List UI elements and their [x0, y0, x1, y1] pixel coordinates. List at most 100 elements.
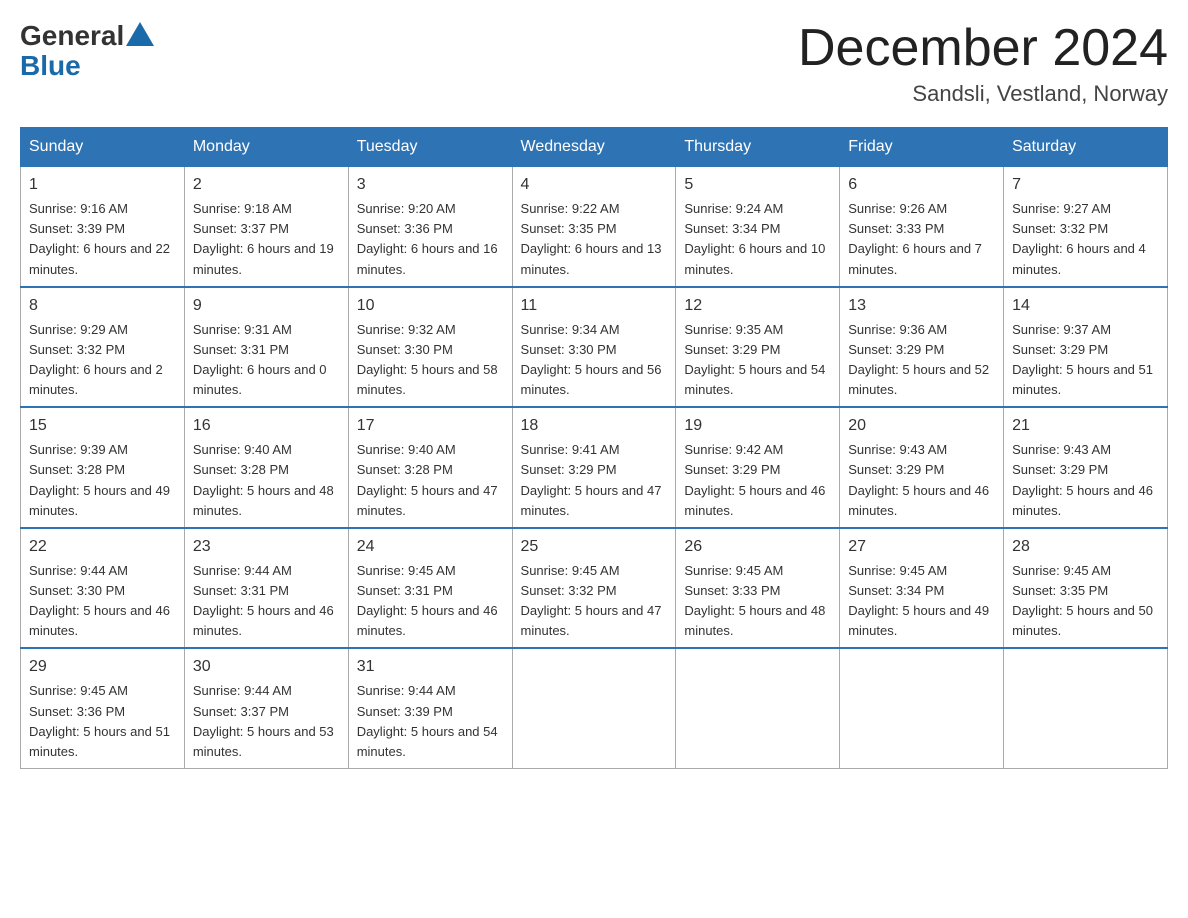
calendar-week-4: 22 Sunrise: 9:44 AMSunset: 3:30 PMDaylig… — [21, 528, 1168, 649]
day-info: Sunrise: 9:45 AMSunset: 3:33 PMDaylight:… — [684, 563, 825, 638]
calendar-cell: 11 Sunrise: 9:34 AMSunset: 3:30 PMDaylig… — [512, 287, 676, 408]
day-info: Sunrise: 9:20 AMSunset: 3:36 PMDaylight:… — [357, 201, 498, 276]
day-info: Sunrise: 9:45 AMSunset: 3:31 PMDaylight:… — [357, 563, 498, 638]
day-number: 8 — [29, 294, 176, 318]
calendar-cell: 2 Sunrise: 9:18 AMSunset: 3:37 PMDayligh… — [184, 167, 348, 287]
day-info: Sunrise: 9:32 AMSunset: 3:30 PMDaylight:… — [357, 322, 498, 397]
day-number: 17 — [357, 414, 504, 438]
calendar-cell — [840, 648, 1004, 768]
day-number: 10 — [357, 294, 504, 318]
calendar-cell — [1004, 648, 1168, 768]
day-info: Sunrise: 9:43 AMSunset: 3:29 PMDaylight:… — [848, 442, 989, 517]
day-info: Sunrise: 9:16 AMSunset: 3:39 PMDaylight:… — [29, 201, 170, 276]
day-info: Sunrise: 9:27 AMSunset: 3:32 PMDaylight:… — [1012, 201, 1146, 276]
day-info: Sunrise: 9:39 AMSunset: 3:28 PMDaylight:… — [29, 442, 170, 517]
calendar-cell: 29 Sunrise: 9:45 AMSunset: 3:36 PMDaylig… — [21, 648, 185, 768]
page-header: General Blue December 2024 Sandsli, Vest… — [20, 20, 1168, 107]
day-number: 2 — [193, 173, 340, 197]
calendar-cell: 5 Sunrise: 9:24 AMSunset: 3:34 PMDayligh… — [676, 167, 840, 287]
header-sunday: Sunday — [21, 128, 185, 167]
day-number: 12 — [684, 294, 831, 318]
calendar-cell: 7 Sunrise: 9:27 AMSunset: 3:32 PMDayligh… — [1004, 167, 1168, 287]
calendar-cell: 26 Sunrise: 9:45 AMSunset: 3:33 PMDaylig… — [676, 528, 840, 649]
calendar-cell: 16 Sunrise: 9:40 AMSunset: 3:28 PMDaylig… — [184, 407, 348, 528]
day-number: 26 — [684, 535, 831, 559]
month-title: December 2024 — [798, 20, 1168, 77]
day-number: 18 — [521, 414, 668, 438]
calendar-cell: 8 Sunrise: 9:29 AMSunset: 3:32 PMDayligh… — [21, 287, 185, 408]
day-number: 5 — [684, 173, 831, 197]
calendar-cell: 24 Sunrise: 9:45 AMSunset: 3:31 PMDaylig… — [348, 528, 512, 649]
day-info: Sunrise: 9:45 AMSunset: 3:32 PMDaylight:… — [521, 563, 662, 638]
day-info: Sunrise: 9:26 AMSunset: 3:33 PMDaylight:… — [848, 201, 982, 276]
day-number: 11 — [521, 294, 668, 318]
day-number: 24 — [357, 535, 504, 559]
day-number: 28 — [1012, 535, 1159, 559]
day-number: 4 — [521, 173, 668, 197]
day-number: 7 — [1012, 173, 1159, 197]
day-number: 22 — [29, 535, 176, 559]
logo: General Blue — [20, 20, 156, 82]
calendar-cell: 15 Sunrise: 9:39 AMSunset: 3:28 PMDaylig… — [21, 407, 185, 528]
calendar-cell: 23 Sunrise: 9:44 AMSunset: 3:31 PMDaylig… — [184, 528, 348, 649]
calendar-cell: 1 Sunrise: 9:16 AMSunset: 3:39 PMDayligh… — [21, 167, 185, 287]
calendar-cell: 6 Sunrise: 9:26 AMSunset: 3:33 PMDayligh… — [840, 167, 1004, 287]
logo-blue-text: Blue — [20, 50, 81, 82]
day-info: Sunrise: 9:44 AMSunset: 3:37 PMDaylight:… — [193, 683, 334, 758]
day-number: 27 — [848, 535, 995, 559]
calendar-cell: 30 Sunrise: 9:44 AMSunset: 3:37 PMDaylig… — [184, 648, 348, 768]
day-number: 23 — [193, 535, 340, 559]
day-info: Sunrise: 9:34 AMSunset: 3:30 PMDaylight:… — [521, 322, 662, 397]
calendar-week-2: 8 Sunrise: 9:29 AMSunset: 3:32 PMDayligh… — [21, 287, 1168, 408]
day-info: Sunrise: 9:44 AMSunset: 3:39 PMDaylight:… — [357, 683, 498, 758]
calendar-cell: 9 Sunrise: 9:31 AMSunset: 3:31 PMDayligh… — [184, 287, 348, 408]
calendar-cell: 21 Sunrise: 9:43 AMSunset: 3:29 PMDaylig… — [1004, 407, 1168, 528]
day-number: 16 — [193, 414, 340, 438]
day-info: Sunrise: 9:40 AMSunset: 3:28 PMDaylight:… — [193, 442, 334, 517]
day-number: 1 — [29, 173, 176, 197]
calendar-cell: 13 Sunrise: 9:36 AMSunset: 3:29 PMDaylig… — [840, 287, 1004, 408]
day-info: Sunrise: 9:41 AMSunset: 3:29 PMDaylight:… — [521, 442, 662, 517]
day-info: Sunrise: 9:37 AMSunset: 3:29 PMDaylight:… — [1012, 322, 1153, 397]
day-number: 21 — [1012, 414, 1159, 438]
day-number: 3 — [357, 173, 504, 197]
header-friday: Friday — [840, 128, 1004, 167]
day-info: Sunrise: 9:24 AMSunset: 3:34 PMDaylight:… — [684, 201, 825, 276]
calendar-cell: 28 Sunrise: 9:45 AMSunset: 3:35 PMDaylig… — [1004, 528, 1168, 649]
day-info: Sunrise: 9:29 AMSunset: 3:32 PMDaylight:… — [29, 322, 163, 397]
header-saturday: Saturday — [1004, 128, 1168, 167]
day-info: Sunrise: 9:35 AMSunset: 3:29 PMDaylight:… — [684, 322, 825, 397]
calendar-cell — [676, 648, 840, 768]
day-number: 15 — [29, 414, 176, 438]
day-info: Sunrise: 9:18 AMSunset: 3:37 PMDaylight:… — [193, 201, 334, 276]
day-number: 13 — [848, 294, 995, 318]
day-number: 29 — [29, 655, 176, 679]
calendar-cell: 18 Sunrise: 9:41 AMSunset: 3:29 PMDaylig… — [512, 407, 676, 528]
day-info: Sunrise: 9:45 AMSunset: 3:36 PMDaylight:… — [29, 683, 170, 758]
title-section: December 2024 Sandsli, Vestland, Norway — [798, 20, 1168, 107]
logo-triangle-icon — [126, 22, 154, 46]
day-info: Sunrise: 9:22 AMSunset: 3:35 PMDaylight:… — [521, 201, 662, 276]
header-thursday: Thursday — [676, 128, 840, 167]
day-number: 20 — [848, 414, 995, 438]
calendar-cell: 3 Sunrise: 9:20 AMSunset: 3:36 PMDayligh… — [348, 167, 512, 287]
day-number: 19 — [684, 414, 831, 438]
calendar-cell: 10 Sunrise: 9:32 AMSunset: 3:30 PMDaylig… — [348, 287, 512, 408]
calendar-cell: 22 Sunrise: 9:44 AMSunset: 3:30 PMDaylig… — [21, 528, 185, 649]
calendar-cell — [512, 648, 676, 768]
day-number: 25 — [521, 535, 668, 559]
day-info: Sunrise: 9:40 AMSunset: 3:28 PMDaylight:… — [357, 442, 498, 517]
day-info: Sunrise: 9:45 AMSunset: 3:35 PMDaylight:… — [1012, 563, 1153, 638]
day-info: Sunrise: 9:31 AMSunset: 3:31 PMDaylight:… — [193, 322, 327, 397]
header-tuesday: Tuesday — [348, 128, 512, 167]
calendar-cell: 12 Sunrise: 9:35 AMSunset: 3:29 PMDaylig… — [676, 287, 840, 408]
calendar-cell: 31 Sunrise: 9:44 AMSunset: 3:39 PMDaylig… — [348, 648, 512, 768]
calendar-cell: 17 Sunrise: 9:40 AMSunset: 3:28 PMDaylig… — [348, 407, 512, 528]
day-number: 31 — [357, 655, 504, 679]
calendar-cell: 27 Sunrise: 9:45 AMSunset: 3:34 PMDaylig… — [840, 528, 1004, 649]
day-info: Sunrise: 9:43 AMSunset: 3:29 PMDaylight:… — [1012, 442, 1153, 517]
logo-general-text: General — [20, 20, 124, 52]
day-info: Sunrise: 9:44 AMSunset: 3:30 PMDaylight:… — [29, 563, 170, 638]
day-info: Sunrise: 9:36 AMSunset: 3:29 PMDaylight:… — [848, 322, 989, 397]
calendar-week-1: 1 Sunrise: 9:16 AMSunset: 3:39 PMDayligh… — [21, 167, 1168, 287]
